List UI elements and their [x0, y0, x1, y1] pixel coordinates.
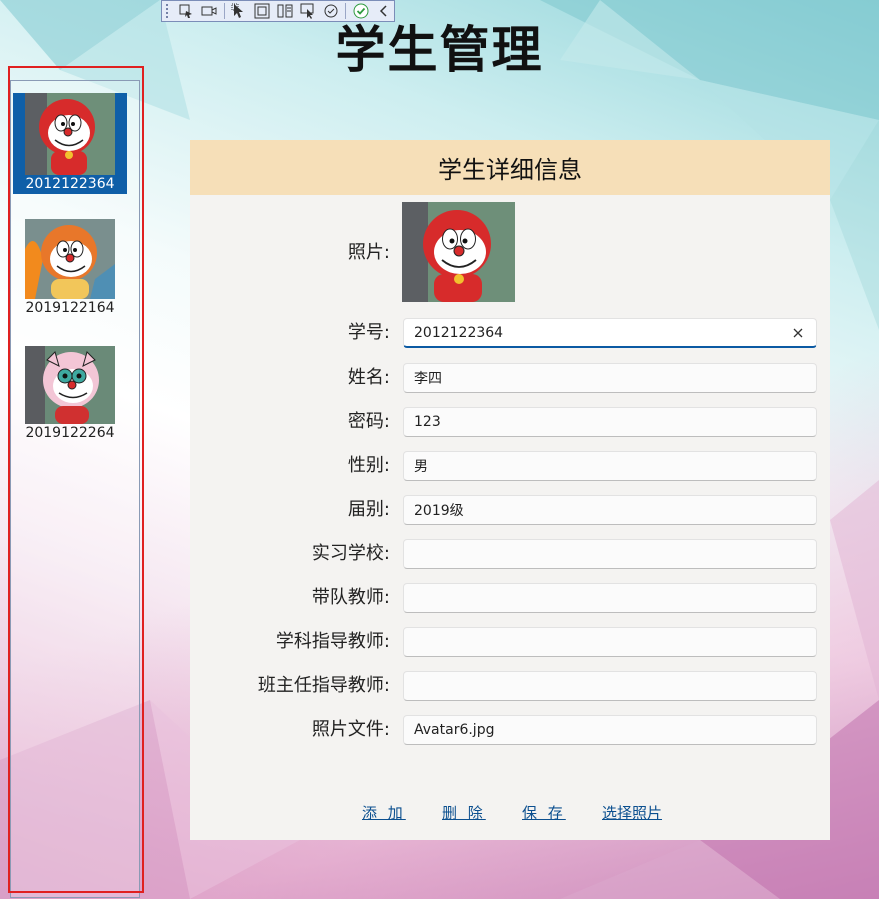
field-label: 密码: — [347, 411, 390, 432]
field-row-grade: 届别: — [190, 495, 830, 525]
name-input[interactable] — [403, 363, 817, 393]
avatar — [25, 93, 115, 175]
field-row-gender: 性别: — [190, 451, 830, 481]
field-row-class-teacher: 班主任指导教师: — [190, 671, 830, 701]
student-id-input[interactable] — [403, 318, 817, 348]
field-label: 性别: — [347, 455, 390, 476]
field-row-subject-teacher: 学科指导教师: — [190, 627, 830, 657]
save-button[interactable]: 保 存 — [522, 802, 566, 823]
avatar — [25, 346, 115, 424]
field-row-internship-school: 实习学校: — [190, 539, 830, 569]
student-id: 2019122264 — [25, 425, 115, 441]
student-id: 2012122364 — [25, 176, 115, 192]
field-row-photo-file: 照片文件: — [190, 715, 830, 745]
student-list-item[interactable]: 2019122164 — [13, 219, 127, 320]
photo-label: 照片: — [347, 242, 390, 263]
field-label: 班主任指导教师: — [257, 675, 390, 696]
team-teacher-input[interactable] — [403, 583, 817, 613]
photo-file-input[interactable] — [403, 715, 817, 745]
field-label: 照片文件: — [311, 719, 390, 740]
detail-header: 学生详细信息 — [190, 140, 830, 195]
student-detail-panel: 学生详细信息 照片: 学号: 姓名: 密码: 性别: 届别: 实习学校: — [190, 140, 830, 840]
clear-icon[interactable] — [790, 325, 806, 341]
student-id: 2019122164 — [25, 300, 115, 316]
field-row-team-teacher: 带队教师: — [190, 583, 830, 613]
field-label: 届别: — [347, 499, 390, 520]
student-photo — [402, 202, 515, 302]
field-row-name: 姓名: — [190, 363, 830, 393]
gender-input[interactable] — [403, 451, 817, 481]
field-label: 带队教师: — [311, 587, 390, 608]
field-label: 学号: — [347, 322, 390, 343]
class-teacher-input[interactable] — [403, 671, 817, 701]
field-label: 姓名: — [347, 367, 390, 388]
field-label: 实习学校: — [311, 543, 390, 564]
choose-photo-button[interactable]: 选择照片 — [602, 802, 662, 823]
avatar — [25, 219, 115, 299]
field-label: 学科指导教师: — [275, 631, 390, 652]
grade-input[interactable] — [403, 495, 817, 525]
delete-button[interactable]: 删 除 — [442, 802, 486, 823]
add-button[interactable]: 添 加 — [362, 802, 406, 823]
field-row-student-id: 学号: — [190, 318, 830, 348]
student-list-item[interactable]: 2019122264 — [13, 346, 127, 447]
student-list-item[interactable]: 2012122364 — [13, 93, 127, 194]
internship-school-input[interactable] — [403, 539, 817, 569]
subject-teacher-input[interactable] — [403, 627, 817, 657]
password-input[interactable] — [403, 407, 817, 437]
field-row-password: 密码: — [190, 407, 830, 437]
